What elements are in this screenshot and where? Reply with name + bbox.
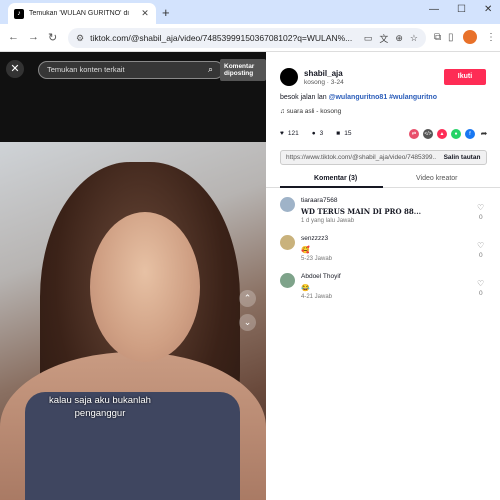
comment-meta[interactable]: 5-23 Jawab	[301, 256, 332, 262]
minimize-icon[interactable]: —	[429, 4, 439, 15]
comment-item: Abdoel Thoyif 😂 4-21 Jawab ♡ 0	[280, 273, 490, 303]
extensions-icon[interactable]: ⧉	[434, 32, 441, 43]
follow-button[interactable]: Ikuti	[444, 69, 486, 85]
comment-count: 3	[319, 130, 324, 137]
creator-username[interactable]: shabil_aja	[304, 69, 343, 78]
url-text: tiktok.com/@shabil_aja/video/74853999150…	[90, 33, 353, 43]
comment-item: tiaraara7568 WD TERUS MAIN DI PRO 88... …	[280, 197, 490, 227]
commenter-avatar[interactable]	[280, 273, 295, 288]
commenter-name[interactable]: senzzzz3	[301, 235, 328, 242]
send-icon[interactable]: ▲	[437, 129, 447, 139]
commenter-name[interactable]: Abdoel Thoyif	[301, 273, 341, 280]
details-panel: shabil_aja kosong · 3-24 Ikuti besok jal…	[266, 52, 500, 500]
previous-video-icon[interactable]: ⌃	[239, 290, 256, 307]
address-bar[interactable]: ⚙ tiktok.com/@shabil_aja/video/748539991…	[68, 28, 426, 48]
comment-text: 😂	[301, 283, 310, 292]
more-share-icon[interactable]: ➦	[479, 129, 489, 139]
post-description: besok jalan lan @wulanguritno81 #wulangu…	[280, 94, 437, 101]
site-info-icon[interactable]: ⚙	[76, 33, 84, 44]
share-icons: ⇄ </> ▲ ● f ➦	[409, 129, 493, 139]
close-tab-icon[interactable]: ✕	[140, 8, 150, 19]
share-link-url: https://www.tiktok.com/@shabil_aja/video…	[286, 154, 436, 161]
comment-meta[interactable]: 4-21 Jawab	[301, 294, 332, 300]
comment-icon[interactable]: ●	[312, 130, 316, 137]
forward-icon[interactable]: →	[28, 31, 39, 43]
new-tab-icon[interactable]: +	[162, 5, 170, 20]
comment-like-icon[interactable]: ♡	[477, 279, 484, 288]
comment-like-count: 0	[479, 214, 483, 221]
close-window-icon[interactable]: ✕	[484, 4, 492, 15]
commenter-name[interactable]: tiaraara7568	[301, 197, 338, 204]
zoom-icon[interactable]: ⊕	[395, 33, 403, 44]
browser-tab-strip: ♪ Temukan 'WULAN GURITNO' di ✕ + — ☐ ✕	[0, 0, 500, 24]
share-link-box: https://www.tiktok.com/@shabil_aja/video…	[280, 150, 487, 165]
back-icon[interactable]: ←	[8, 31, 19, 43]
embed-icon[interactable]: </>	[423, 129, 433, 139]
comment-like-count: 0	[479, 290, 483, 297]
heart-icon[interactable]: ♥	[280, 130, 284, 137]
comment-text: WD TERUS MAIN DI PRO 88...	[301, 207, 422, 216]
like-count: 121	[287, 130, 299, 137]
description-tags[interactable]: @wulanguritno81 #wulanguritno	[329, 94, 437, 101]
creator-subline: kosong · 3-24	[304, 79, 344, 86]
video-frame	[0, 142, 266, 500]
whatsapp-icon[interactable]: ●	[451, 129, 461, 139]
video-caption: kalau saja aku bukanlah penganggur	[49, 395, 151, 419]
comment-like-count: 0	[479, 252, 483, 259]
next-video-icon[interactable]: ⌄	[239, 314, 256, 331]
tab-creator-videos[interactable]: Video kreator	[416, 175, 458, 182]
save-count: 15	[344, 130, 352, 137]
bookmark-star-icon[interactable]: ☆	[410, 33, 418, 44]
commenter-avatar[interactable]	[280, 197, 295, 212]
tab-comments[interactable]: Komentar (3)	[314, 175, 357, 182]
comment-posted-tooltip: Komentar diposting	[220, 59, 266, 81]
search-icon[interactable]: ⌕	[208, 64, 213, 75]
commenter-avatar[interactable]	[280, 235, 295, 250]
close-video-button[interactable]: ✕	[6, 60, 24, 78]
creator-avatar[interactable]	[280, 68, 298, 86]
facebook-icon[interactable]: f	[465, 129, 475, 139]
comment-text: 🥰	[301, 245, 310, 254]
tiktok-favicon-icon: ♪	[14, 8, 24, 19]
save-icon[interactable]: ■	[336, 130, 340, 137]
music-label[interactable]: ♫ suara asli - kosong	[280, 108, 341, 115]
translate-icon[interactable]: 文	[379, 32, 388, 45]
comment-like-icon[interactable]: ♡	[477, 203, 484, 212]
related-search-input[interactable]: Temukan konten terkait	[38, 61, 224, 79]
video-viewer[interactable]: kalau saja aku bukanlah penganggur ✕ Tem…	[0, 52, 266, 500]
browser-tab[interactable]: ♪ Temukan 'WULAN GURITNO' di ✕	[8, 3, 156, 24]
copy-link-button[interactable]: Salin tautan	[438, 151, 486, 164]
comment-like-icon[interactable]: ♡	[477, 241, 484, 250]
split-icon[interactable]: ▯	[448, 32, 454, 43]
maximize-icon[interactable]: ☐	[457, 4, 466, 15]
repost-icon[interactable]: ⇄	[409, 129, 419, 139]
menu-icon[interactable]: ⋮	[486, 32, 496, 43]
tab-title: Temukan 'WULAN GURITNO' di	[29, 10, 129, 17]
cast-icon[interactable]: ▭	[364, 33, 373, 44]
profile-avatar[interactable]	[463, 30, 477, 44]
comment-tabs: Komentar (3) Video kreator	[266, 172, 500, 188]
engagement-stats: ♥ 121 ● 3 ■ 15	[280, 130, 355, 137]
comment-meta[interactable]: 1 d yang lalu Jawab	[301, 218, 354, 224]
comment-item: senzzzz3 🥰 5-23 Jawab ♡ 0	[280, 235, 490, 265]
address-bar-row: ← → ↻ ⚙ tiktok.com/@shabil_aja/video/748…	[0, 24, 500, 52]
reload-icon[interactable]: ↻	[48, 31, 57, 44]
face-image	[90, 212, 200, 362]
